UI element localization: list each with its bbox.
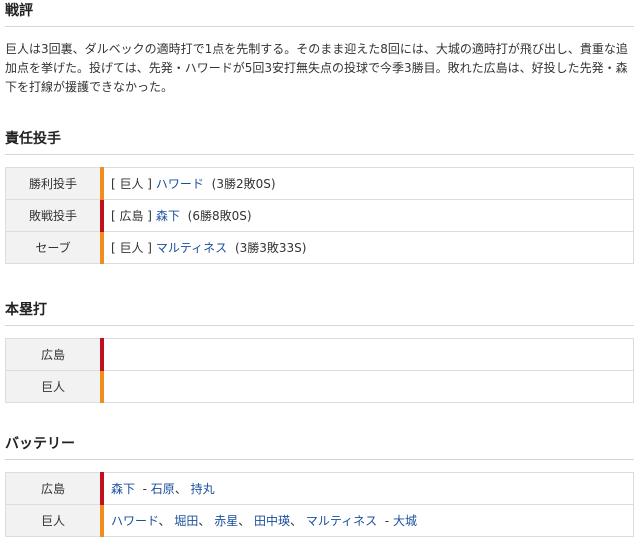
home-runs-team-giants: 巨人 [5, 370, 103, 403]
table-row: 巨人 [5, 370, 634, 403]
table-row: 巨人 ハワード、 堀田、 赤星、 田中瑛、 マルティネス - 大城 [5, 504, 634, 537]
battery-player-link[interactable]: 赤星 [214, 514, 238, 528]
losing-pitcher-label: 敗戦投手 [5, 199, 103, 232]
winning-pitcher-value: [ 巨人 ] ハワード (3勝2敗0S) [100, 167, 634, 200]
table-row: 勝利投手 [ 巨人 ] ハワード (3勝2敗0S) [5, 167, 634, 200]
losing-pitcher-link[interactable]: 森下 [156, 209, 180, 223]
battery-value-giants: ハワード、 堀田、 赤星、 田中瑛、 マルティネス - 大城 [100, 504, 634, 537]
winning-pitcher-link[interactable]: ハワード [156, 177, 204, 191]
responsible-pitchers-section: 責任投手 勝利投手 [ 巨人 ] ハワード (3勝2敗0S) 敗戦投手 [ 広島… [0, 130, 640, 264]
losing-pitcher-value: [ 広島 ] 森下 (6勝8敗0S) [100, 199, 634, 232]
review-divider [5, 26, 634, 27]
battery-value-carp: 森下 - 石原、 持丸 [100, 472, 634, 505]
review-text: 巨人は3回裏、ダルベックの適時打で1点を先制する。そのまま迎えた8回には、大城の… [5, 42, 628, 94]
pitcher-record: (3勝2敗0S) [211, 177, 276, 191]
battery-player-link[interactable]: 田中瑛 [254, 514, 290, 528]
save-pitcher-link[interactable]: マルティネス [156, 241, 227, 255]
home-runs-value-carp [100, 338, 634, 371]
review-section: 戦評 巨人は3回裏、ダルベックの適時打で1点を先制する。そのまま迎えた8回には、… [0, 2, 640, 97]
winning-pitcher-label: 勝利投手 [5, 167, 103, 200]
battery-player-link[interactable]: 持丸 [191, 482, 215, 496]
home-runs-table: 広島 巨人 [5, 338, 634, 403]
battery-section: バッテリー 広島 森下 - 石原、 持丸 巨人 ハワード、 堀田、 赤星、 田中… [0, 435, 640, 537]
review-title: 戦評 [5, 3, 33, 19]
battery-player-link[interactable]: ハワード [111, 514, 159, 528]
pitcher-record: (6勝8敗0S) [187, 209, 252, 223]
battery-player-link[interactable]: 石原 [151, 482, 175, 496]
home-runs-divider [5, 325, 634, 326]
home-runs-team-carp: 広島 [5, 338, 103, 371]
team-tag: [ 広島 ] [111, 209, 152, 223]
responsible-pitchers-table: 勝利投手 [ 巨人 ] ハワード (3勝2敗0S) 敗戦投手 [ 広島 ] 森下… [5, 167, 634, 264]
battery-player-link[interactable]: 堀田 [174, 514, 198, 528]
responsible-pitchers-divider [5, 154, 634, 155]
team-tag: [ 巨人 ] [111, 241, 152, 255]
battery-table: 広島 森下 - 石原、 持丸 巨人 ハワード、 堀田、 赤星、 田中瑛、 マルテ… [5, 472, 634, 537]
table-row: セーブ [ 巨人 ] マルティネス (3勝3敗33S) [5, 231, 634, 264]
battery-team-carp: 広島 [5, 472, 103, 505]
battery-player-link[interactable]: 森下 [111, 482, 135, 496]
table-row: 敗戦投手 [ 広島 ] 森下 (6勝8敗0S) [5, 199, 634, 232]
responsible-pitchers-title: 責任投手 [5, 131, 61, 147]
table-row: 広島 [5, 338, 634, 371]
battery-divider [5, 459, 634, 460]
team-tag: [ 巨人 ] [111, 177, 152, 191]
battery-player-link[interactable]: 大城 [393, 514, 417, 528]
pitcher-record: (3勝3敗33S) [234, 241, 307, 255]
table-row: 広島 森下 - 石原、 持丸 [5, 472, 634, 505]
battery-player-link[interactable]: マルティネス [306, 514, 377, 528]
home-runs-section: 本塁打 広島 巨人 [0, 301, 640, 403]
save-pitcher-value: [ 巨人 ] マルティネス (3勝3敗33S) [100, 231, 634, 264]
home-runs-title: 本塁打 [5, 302, 47, 318]
save-pitcher-label: セーブ [5, 231, 103, 264]
battery-title: バッテリー [5, 436, 75, 452]
home-runs-value-giants [100, 370, 634, 403]
battery-team-giants: 巨人 [5, 504, 103, 537]
